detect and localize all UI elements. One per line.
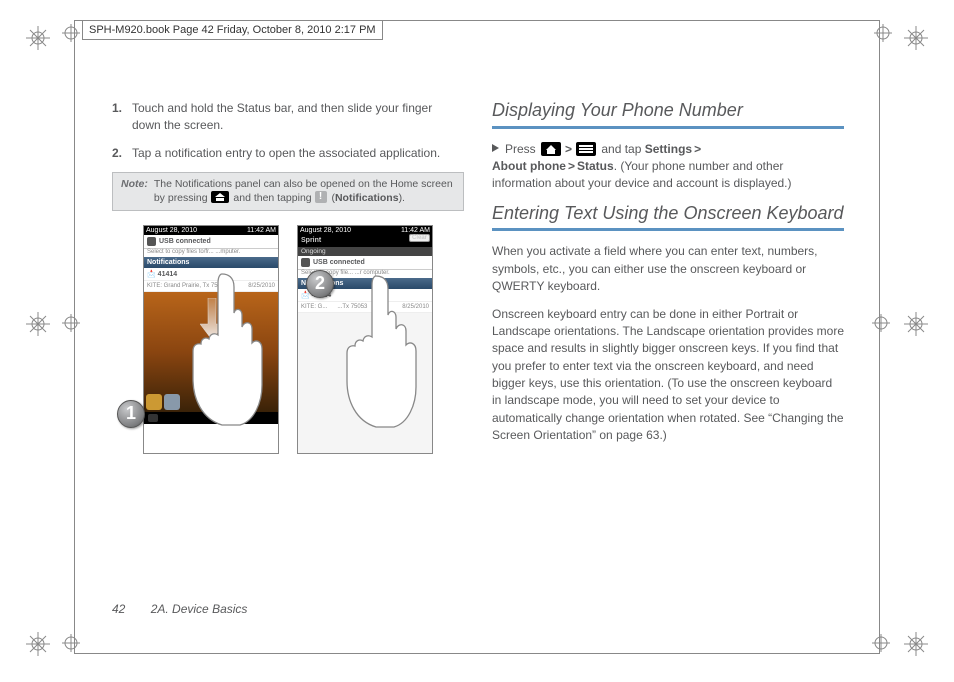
register-target-icon: [872, 314, 892, 334]
page-footer: 42 2A. Device Basics: [112, 602, 247, 616]
right-column: Displaying Your Phone Number Press > and…: [492, 100, 844, 620]
crop-mark-icon: [26, 26, 50, 50]
section-name: 2A. Device Basics: [151, 602, 248, 616]
crop-mark-icon: [904, 632, 928, 656]
note-label: Note:: [121, 177, 148, 205]
home-key-icon: [541, 142, 561, 156]
clear-button: Clear: [409, 234, 430, 242]
body-paragraph: Onscreen keyboard entry can be done in e…: [492, 306, 844, 445]
phone-icon: [148, 414, 158, 422]
notification-subrow: KITE: Grand Prairie, Tx 750... 8/25/2010: [144, 281, 278, 292]
screenshot-row: August 28, 2010 11:42 AM USB connected S…: [112, 225, 464, 454]
step-2: 2. Tap a notification entry to open the …: [112, 145, 464, 162]
phone-status-bar: August 28, 2010 11:42 AM: [144, 226, 278, 235]
section-heading-displaying: Displaying Your Phone Number: [492, 100, 844, 129]
instruction-paragraph: Press > and tap Settings> About phone>St…: [492, 141, 844, 193]
notifications-header: Notifications: [144, 257, 278, 268]
phone-screenshot-2: August 28, 2010 11:42 AM Sprint Clear On…: [297, 225, 433, 454]
register-target-icon: [874, 24, 892, 47]
note-body: The Notifications panel can also be open…: [154, 177, 455, 205]
callout-badge-2: 2: [306, 270, 334, 298]
triangle-bullet-icon: [492, 144, 499, 152]
usb-subtext: Select to copy files to/fr... ...mputer.: [144, 249, 278, 257]
arrow-down-icon: [200, 298, 224, 340]
usb-icon: [301, 258, 310, 267]
usb-notification: USB connected: [298, 256, 432, 270]
usb-notification: USB connected: [144, 235, 278, 249]
crop-mark-icon: [904, 312, 928, 336]
phone-body-blank: [298, 313, 432, 453]
step-text: Touch and hold the Status bar, and then …: [132, 100, 464, 135]
page-content: 1. Touch and hold the Status bar, and th…: [112, 100, 844, 620]
notification-row: 📩 41414: [144, 268, 278, 281]
register-target-icon: [62, 314, 82, 334]
register-target-icon: [872, 634, 892, 654]
ongoing-header: Ongoing: [298, 247, 432, 256]
page-number: 42: [112, 602, 125, 616]
crop-mark-icon: [26, 632, 50, 656]
carrier-bar: Sprint Clear: [298, 235, 432, 247]
phone-bottom-bar: [144, 412, 278, 424]
left-column: 1. Touch and hold the Status bar, and th…: [112, 100, 464, 620]
document-header: SPH-M920.book Page 42 Friday, October 8,…: [82, 20, 383, 40]
step-number: 2.: [112, 145, 126, 162]
step-1: 1. Touch and hold the Status bar, and th…: [112, 100, 464, 135]
crop-mark-icon: [904, 26, 928, 50]
app-icon: [164, 394, 180, 410]
body-paragraph: When you activate a field where you can …: [492, 243, 844, 295]
phone-screenshot-1: August 28, 2010 11:42 AM USB connected S…: [143, 225, 279, 454]
app-icon: [146, 394, 162, 410]
callout-badge-1: 1: [117, 400, 145, 428]
section-heading-entering-text: Entering Text Using the Onscreen Keyboar…: [492, 203, 844, 232]
notification-subrow: KITE: G... ...Tx 75053 8/25/2010: [298, 302, 432, 313]
step-number: 1.: [112, 100, 126, 135]
register-target-icon: [62, 24, 80, 47]
menu-key-icon: [576, 142, 596, 156]
register-target-icon: [62, 634, 82, 654]
home-key-icon: [211, 191, 229, 203]
step-text: Tap a notification entry to open the ass…: [132, 145, 440, 162]
phone-wallpaper: [144, 292, 278, 412]
crop-mark-icon: [26, 312, 50, 336]
note-box: Note: The Notifications panel can also b…: [112, 172, 464, 210]
usb-icon: [147, 237, 156, 246]
notification-icon: [315, 191, 327, 203]
